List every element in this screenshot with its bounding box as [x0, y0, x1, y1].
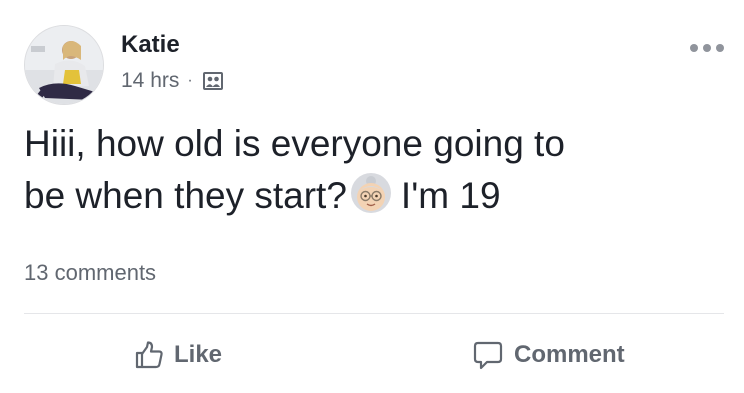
more-options-button[interactable] [690, 36, 724, 60]
post-text: Hiii, how old is everyone going to be wh… [24, 118, 714, 222]
like-label: Like [174, 341, 223, 368]
post-meta: 14 hrs · [121, 66, 224, 96]
post-text-line-1: Hiii, how old is everyone going to [24, 123, 565, 164]
avatar-photo [25, 26, 103, 104]
comment-label: Comment [514, 341, 625, 368]
avatar[interactable] [24, 25, 104, 105]
group-icon[interactable] [202, 70, 224, 92]
older-woman-emoji [350, 173, 391, 213]
post-text-line-2: be when they start? I'm 19 [24, 170, 714, 222]
post-text-line-2-end: I'm 19 [400, 175, 501, 216]
timestamp[interactable]: 14 hrs [121, 69, 179, 93]
post-card: Katie 14 hrs · Hiii, how old is everyone… [0, 0, 744, 393]
comment-count[interactable]: 13 comments [24, 258, 156, 288]
like-button[interactable]: Like [134, 334, 222, 376]
comment-button[interactable]: Comment [472, 334, 625, 376]
meta-separator: · [187, 72, 193, 89]
author-name[interactable]: Katie [121, 30, 180, 60]
more-options-icon [690, 44, 698, 52]
speech-bubble-icon [473, 341, 503, 370]
thumbs-up-icon [135, 341, 163, 369]
post-text-line-2-start: be when they start? [24, 175, 347, 216]
divider [24, 313, 724, 314]
